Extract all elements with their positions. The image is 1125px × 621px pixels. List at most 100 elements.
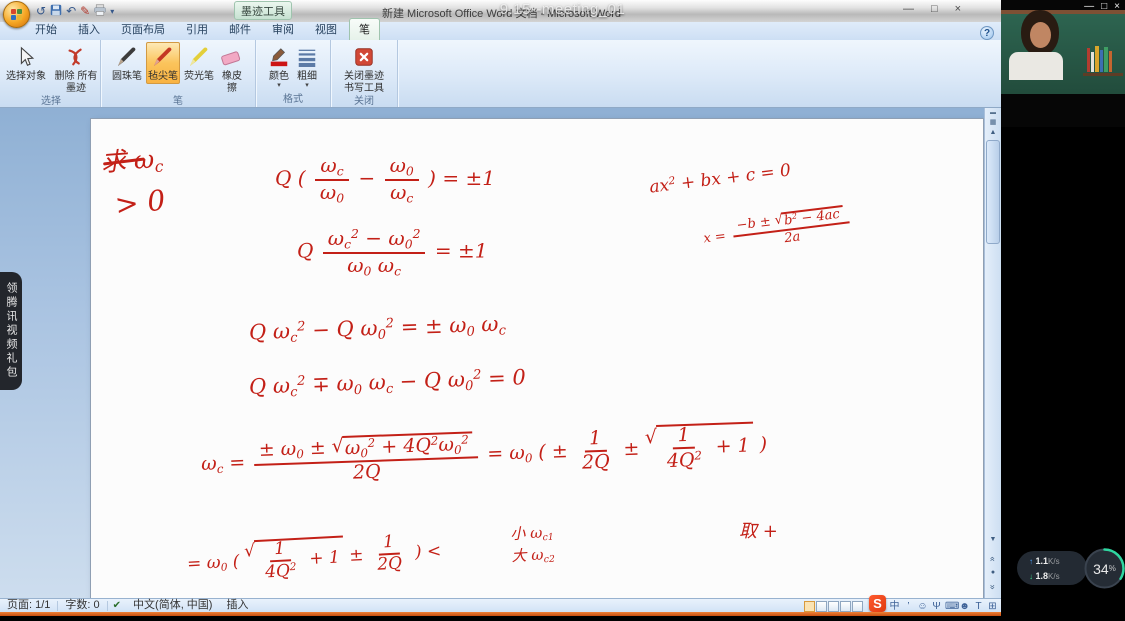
redo-icon[interactable]: ↶ — [66, 5, 76, 18]
ribbon-group-close: 关闭墨迹 书写工具 关闭 — [331, 40, 398, 107]
webcam-minimize-button[interactable]: — — [1084, 1, 1094, 12]
avatar-icon[interactable]: ☻ — [959, 600, 970, 613]
view-mode-buttons — [804, 601, 863, 612]
ink-equation-2: Q ωc2 − ω02ω0 ωc = ±1 — [297, 227, 487, 277]
tab-pen[interactable]: 笔 — [349, 18, 380, 40]
print-icon[interactable] — [94, 4, 106, 19]
ink-positive-condition: > 0 — [113, 182, 167, 222]
ribbon-tabs: 开始 插入 页面布局 引用 邮件 审阅 视图 笔 — [0, 22, 1001, 40]
ribbon-group-pens: 圆珠笔 毡尖笔 荧光笔 — [101, 40, 256, 107]
group-label-pens: 笔 — [101, 96, 255, 108]
close-ink-tools-button[interactable]: 关闭墨迹 书写工具 — [339, 42, 389, 96]
ruler-toggle-icon[interactable]: ▦ — [986, 118, 1000, 126]
download-speed: ↓ 1.8K/s — [1029, 569, 1087, 584]
ink-quadratic-equation: ax2 + bx + c = 0 — [648, 160, 792, 198]
web-layout-button[interactable] — [828, 601, 839, 612]
mic-icon[interactable]: Ψ — [931, 600, 942, 613]
word-count[interactable]: 字数: 0 — [58, 599, 106, 612]
ink-pen-icon[interactable]: ✎ — [80, 5, 90, 18]
ink-case-large: 大 ωc2 — [511, 544, 555, 569]
undo-icon[interactable]: ↺ — [36, 5, 46, 18]
help-button[interactable]: ? — [980, 26, 994, 40]
toolbox-icon[interactable]: ⊞ — [987, 600, 998, 613]
tencent-video-ad-tab[interactable]: 领腾讯视频礼包 — [0, 272, 22, 390]
delete-all-ink-button[interactable]: 删除 所有墨迹 — [52, 42, 100, 96]
ballpoint-pen-button[interactable]: 圆珠笔 — [110, 42, 144, 84]
qat-more-icon[interactable]: ▾ — [110, 5, 114, 18]
restore-button[interactable]: □ — [931, 3, 938, 15]
next-page-icon[interactable]: » — [988, 580, 998, 594]
select-object-button[interactable]: 选择对象 — [2, 42, 50, 84]
tab-view[interactable]: 视图 — [306, 19, 346, 40]
network-speed-widget[interactable]: ↑ 1.1K/s ↓ 1.8K/s — [1017, 551, 1087, 585]
dropdown-arrow-icon: ▾ — [277, 83, 281, 89]
webcam-close-button[interactable]: × — [1114, 1, 1120, 12]
ink-equation-5: ωc = ± ω0 ± √ω02 + 4Q2ω022Q = ω0 ( ± 12Q… — [200, 421, 768, 489]
presenter-body — [1009, 52, 1063, 80]
previous-page-icon[interactable]: « — [988, 552, 998, 566]
emoji-icon[interactable]: ☺ — [917, 600, 928, 613]
webcam-window[interactable]: — □ × — [1001, 0, 1125, 127]
draft-view-button[interactable] — [852, 601, 863, 612]
delete-ink-icon — [65, 43, 87, 71]
eraser-button[interactable]: 橡皮 擦 — [218, 42, 246, 96]
scroll-down-icon[interactable]: ▼ — [986, 536, 1000, 543]
punctuation-icon[interactable]: ’ — [903, 600, 914, 613]
insert-mode-indicator[interactable]: 插入 — [219, 599, 255, 612]
chinese-mode-icon[interactable]: 中 — [889, 600, 900, 613]
page[interactable]: 求 ωc > 0 Q ( ωcω0 − ω0ωc ) = ±1 ax2 + bx… — [90, 118, 984, 599]
quick-access-toolbar: ↺ ↶ ✎ ▾ — [36, 3, 114, 19]
vertical-scrollbar[interactable]: ▬ ▦ ▲ ▼ « ● » — [984, 108, 1001, 598]
keyboard-icon[interactable]: ⌨ — [945, 600, 956, 613]
minimize-button[interactable]: — — [903, 3, 914, 15]
ink-equation-6: = ω0 ( √14Q2 + 1 ± 12Q ) < — [186, 530, 442, 586]
language-indicator[interactable]: 中文(简体, 中国) — [126, 599, 219, 612]
webcam-restore-button[interactable]: □ — [1101, 1, 1107, 12]
status-bar: 页面: 1/1 字数: 0 ✔ 中文(简体, 中国) 插入 S 中 ’ ☺ Ψ — [0, 598, 1001, 612]
tab-review[interactable]: 审阅 — [263, 19, 303, 40]
spellcheck-icon[interactable]: ✔ — [108, 600, 126, 611]
percent-label: 34% — [1081, 545, 1125, 592]
group-label-select: 选择 — [2, 96, 100, 108]
ribbon: 选择对象 删除 所有墨迹 选择 — [0, 40, 1001, 108]
progress-percent-widget[interactable]: 34% — [1081, 545, 1125, 592]
group-label-close: 关闭 — [331, 96, 397, 108]
split-handle-icon[interactable]: ▬ — [986, 110, 1000, 116]
office-button[interactable] — [3, 1, 30, 28]
video-progress-bar[interactable] — [0, 612, 1001, 616]
color-button[interactable]: 颜色 ▾ — [266, 42, 292, 90]
sogou-logo[interactable]: S — [869, 595, 886, 612]
full-screen-reading-button[interactable] — [816, 601, 827, 612]
save-icon[interactable] — [50, 4, 62, 19]
thickness-icon — [296, 43, 318, 71]
ink-equation-3: Q ωc2 − Q ω02 = ± ω0 ωc — [249, 311, 507, 349]
outline-view-button[interactable] — [840, 601, 851, 612]
ink-heading: 求 ωc — [100, 143, 164, 181]
tab-mailings[interactable]: 邮件 — [220, 19, 260, 40]
scrollbar-thumb[interactable] — [986, 140, 1000, 244]
tab-references[interactable]: 引用 — [177, 19, 217, 40]
highlighter-icon — [187, 43, 211, 71]
skin-icon[interactable]: T — [973, 600, 984, 613]
felt-tip-pen-button[interactable]: 毡尖笔 — [146, 42, 180, 84]
scroll-up-icon[interactable]: ▲ — [986, 129, 1000, 136]
page-indicator[interactable]: 页面: 1/1 — [0, 599, 57, 612]
print-layout-view-button[interactable] — [804, 601, 815, 612]
tab-page-layout[interactable]: 页面布局 — [112, 19, 174, 40]
select-browse-object-icon[interactable]: ● — [986, 569, 1000, 576]
tab-home[interactable]: 开始 — [26, 19, 66, 40]
video-title: 9.15--meeting_01 — [500, 1, 626, 18]
color-icon — [268, 43, 290, 71]
ballpoint-pen-icon — [115, 43, 139, 71]
bookshelf — [1083, 73, 1123, 76]
thickness-button[interactable]: 粗细 ▾ — [294, 42, 320, 90]
document-area: 求 ωc > 0 Q ( ωcω0 − ω0ωc ) = ±1 ax2 + bx… — [0, 108, 1001, 598]
close-button[interactable]: × — [955, 3, 961, 15]
tab-insert[interactable]: 插入 — [69, 19, 109, 40]
ink-case-small: 小 ωc1 — [510, 522, 554, 547]
screen: ↺ ↶ ✎ ▾ 墨迹工具 新建 Microsoft Office Word 文档… — [0, 0, 1125, 621]
ink-equation-1: Q ( ωcω0 − ω0ωc ) = ±1 — [275, 155, 495, 204]
highlighter-button[interactable]: 荧光笔 — [182, 42, 216, 84]
dropdown-arrow-icon: ▾ — [305, 83, 309, 89]
presenter-face — [1030, 22, 1051, 48]
